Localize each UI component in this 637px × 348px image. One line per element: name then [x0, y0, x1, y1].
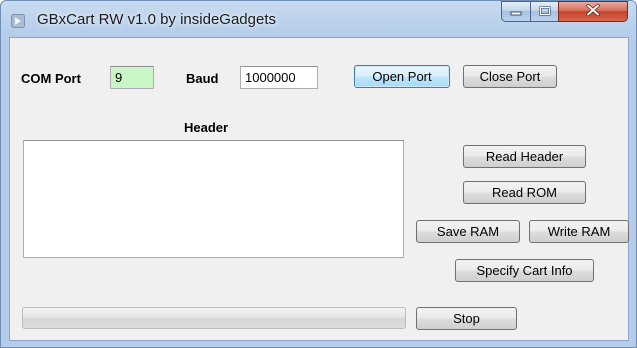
save-ram-button[interactable]: Save RAM [416, 220, 520, 243]
close-icon [586, 3, 600, 21]
com-port-label: COM Port [21, 71, 81, 86]
baud-input[interactable]: 1000000 [240, 66, 318, 89]
maximize-icon [538, 3, 551, 21]
minimize-icon [510, 3, 522, 21]
open-port-button[interactable]: Open Port [354, 65, 450, 88]
maximize-button[interactable] [530, 1, 559, 22]
client-area: COM Port 9 Baud 1000000 Open Port Close … [9, 37, 629, 341]
caption-buttons [501, 1, 629, 23]
specify-cart-info-button[interactable]: Specify Cart Info [455, 259, 594, 282]
title-bar[interactable]: GBxCart RW v1.0 by insideGadgets [1, 1, 636, 37]
close-button[interactable] [558, 1, 628, 22]
stop-button[interactable]: Stop [416, 307, 517, 330]
read-header-button[interactable]: Read Header [463, 145, 586, 168]
app-icon [11, 14, 25, 28]
write-ram-button[interactable]: Write RAM [529, 220, 629, 243]
progress-bar [22, 307, 406, 329]
header-label: Header [184, 120, 229, 135]
header-textarea[interactable] [23, 140, 404, 258]
read-rom-button[interactable]: Read ROM [463, 181, 586, 204]
app-window: GBxCart RW v1.0 by insideGadgets COM Por… [0, 0, 637, 348]
baud-label: Baud [186, 71, 219, 86]
window-title: GBxCart RW v1.0 by insideGadgets [37, 11, 276, 28]
close-port-button[interactable]: Close Port [463, 65, 557, 88]
com-port-input[interactable]: 9 [110, 66, 154, 89]
minimize-button[interactable] [501, 1, 531, 22]
